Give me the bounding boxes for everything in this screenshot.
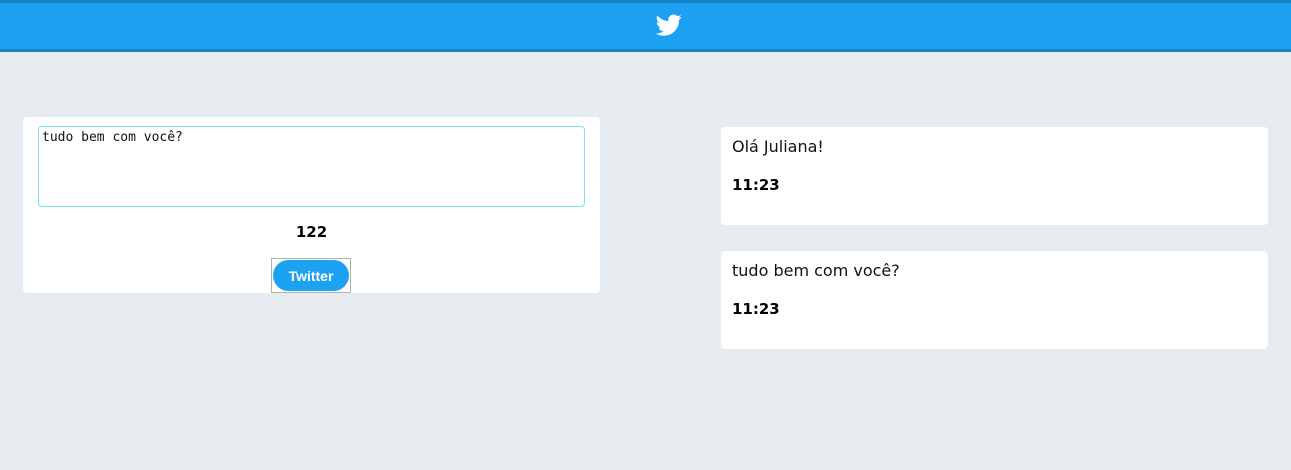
tweet-card: tudo bem com você? 11:23 [721, 251, 1268, 349]
character-counter: 122 [295, 223, 328, 241]
tweet-button-wrapper: Twitter [271, 258, 351, 293]
tweet-time: 11:23 [732, 300, 780, 318]
tweet-button[interactable]: Twitter [273, 260, 349, 291]
compose-card: 122 Twitter [23, 117, 600, 293]
tweet-text: tudo bem com você? [732, 261, 900, 280]
top-bar [0, 0, 1291, 52]
tweet-textarea[interactable] [38, 126, 585, 207]
twitter-bird-icon[interactable] [655, 12, 683, 38]
tweet-text: Olá Juliana! [732, 137, 824, 156]
tweet-time: 11:23 [732, 176, 780, 194]
tweet-card: Olá Juliana! 11:23 [721, 127, 1268, 225]
